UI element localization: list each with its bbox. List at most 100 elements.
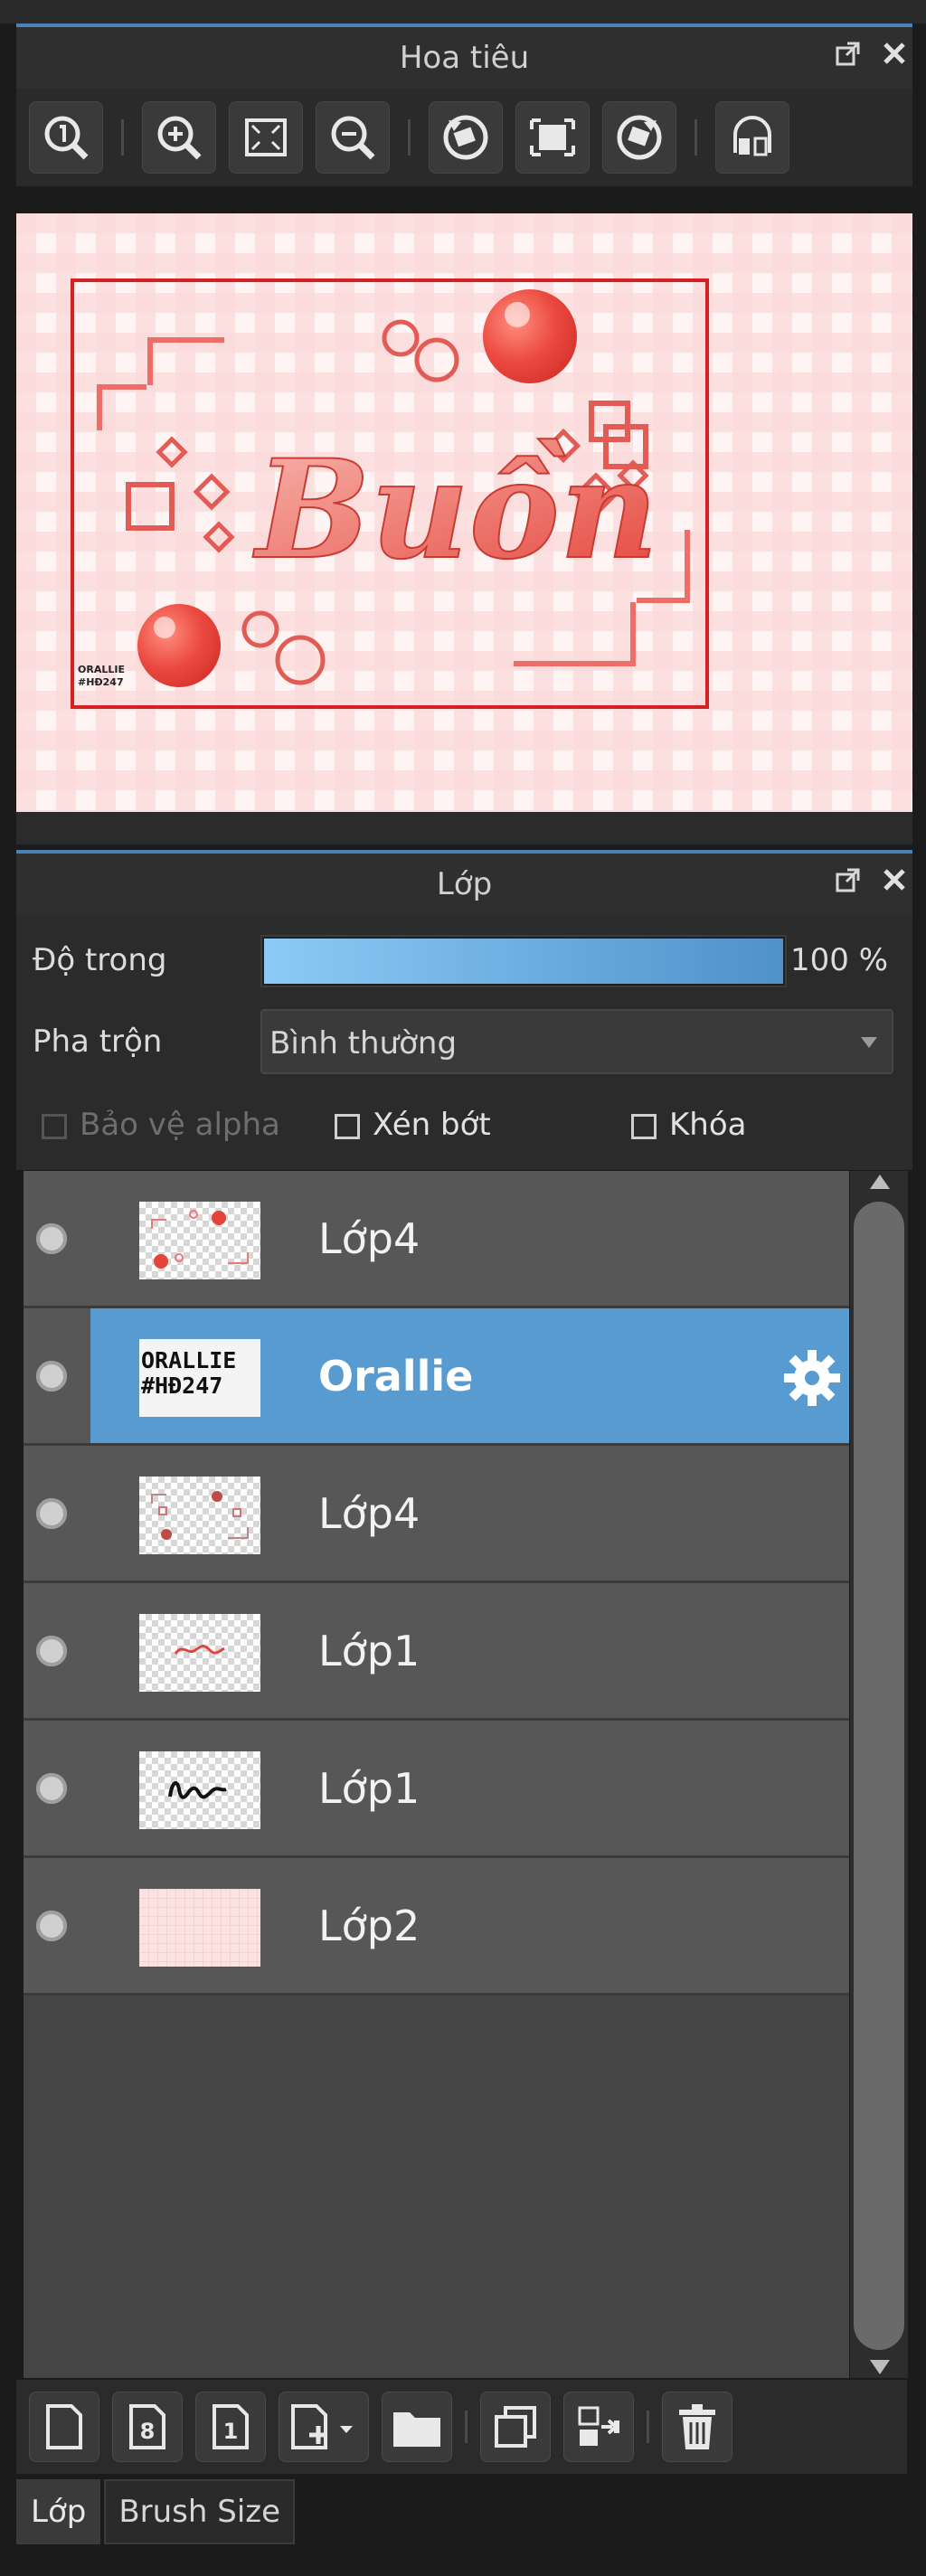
blend-mode-label: Pha trộn: [33, 1024, 163, 1060]
layer-name: Lớp4: [318, 1214, 420, 1263]
zoom-in-button[interactable]: [142, 101, 216, 174]
duplicate-layer-button[interactable]: [480, 2392, 551, 2462]
clip-label: Xén bớt: [373, 1107, 491, 1143]
layer-thumbnail: [139, 1477, 260, 1554]
protect-alpha-checkbox[interactable]: Bảo vệ alpha: [42, 1107, 280, 1143]
layers-controls: Độ trong 100 % Pha trộn Bình thường Bảo …: [16, 915, 912, 1170]
duplicate-layer-icon: [495, 2406, 536, 2448]
blend-mode-select[interactable]: Bình thường: [260, 1009, 893, 1074]
opacity-label: Độ trong: [33, 942, 167, 978]
layer-row[interactable]: Lớp4: [24, 1171, 849, 1308]
new-folder-button[interactable]: [382, 2392, 452, 2462]
preview-artwork-title: Buồn: [252, 430, 658, 590]
close-icon[interactable]: [882, 41, 907, 66]
tab-brush-size[interactable]: Brush Size: [104, 2479, 296, 2544]
zoom-in-icon: [157, 116, 202, 160]
opacity-slider-fill: [264, 939, 783, 984]
layer-thumbnail-text: ORALLIE #HĐ247: [141, 1347, 237, 1399]
layer-name: Orallie: [318, 1352, 474, 1401]
layer-name: Lớp1: [318, 1764, 420, 1813]
svg-text:8: 8: [140, 2419, 156, 2444]
layer-thumbnail: [139, 1751, 260, 1829]
opacity-slider[interactable]: [260, 935, 787, 987]
layers-title-bar: Lớp: [16, 850, 912, 915]
flip-horizontal-button[interactable]: [715, 101, 789, 174]
layers-list: Lớp4 ORALLIE #HĐ247 Orallie Lớp4 Lớp1 Lớ…: [24, 1171, 849, 2378]
checkbox-box: [42, 1113, 67, 1139]
popout-icon[interactable]: [835, 40, 862, 67]
scrollbar-thumb[interactable]: [854, 1202, 904, 2350]
delete-layer-icon: [679, 2404, 715, 2449]
layer-name: Lớp1: [318, 1627, 420, 1675]
visibility-toggle[interactable]: [36, 1636, 67, 1666]
preview-bottom-strip: [16, 812, 912, 845]
layer-row[interactable]: Lớp1: [24, 1721, 849, 1858]
merge-down-button[interactable]: [563, 2392, 634, 2462]
visibility-toggle[interactable]: [36, 1361, 67, 1392]
navigator-toolbar: [16, 89, 912, 186]
visibility-toggle[interactable]: [36, 1223, 67, 1254]
reset-view-icon: [530, 118, 575, 156]
delete-layer-button[interactable]: [662, 2392, 732, 2462]
reset-view-button[interactable]: [515, 101, 590, 174]
new-1bit-layer-button[interactable]: 1: [195, 2392, 266, 2462]
lock-label: Khóa: [669, 1107, 747, 1143]
scroll-up-icon[interactable]: [870, 1175, 890, 1189]
zoom-out-button[interactable]: [316, 101, 390, 174]
lock-checkbox[interactable]: Khóa: [631, 1107, 746, 1143]
layer-row-selected[interactable]: ORALLIE #HĐ247 Orallie: [90, 1308, 849, 1446]
navigator-title: Hoa tiêu: [399, 40, 530, 76]
gear-icon[interactable]: [782, 1348, 842, 1411]
new-layer-icon: [46, 2404, 82, 2449]
tab-layers[interactable]: Lớp: [16, 2479, 101, 2544]
navigator-preview[interactable]: Buồn ORALLIE #HĐ247: [16, 213, 912, 812]
checkbox-box: [335, 1113, 360, 1139]
svg-text:ORALLIE: ORALLIE: [78, 664, 125, 675]
layer-row[interactable]: Lớp2: [24, 1858, 849, 1996]
flip-horizontal-icon: [733, 116, 771, 156]
toolbar-separator: [465, 2411, 468, 2443]
new-8bit-layer-icon: 8: [129, 2404, 165, 2449]
protect-alpha-label: Bảo vệ alpha: [80, 1107, 280, 1143]
clip-checkbox[interactable]: Xén bớt: [335, 1107, 491, 1143]
toolbar-separator: [694, 119, 697, 156]
visibility-toggle[interactable]: [36, 1498, 67, 1529]
new-1bit-layer-icon: 1: [213, 2404, 249, 2449]
visibility-toggle[interactable]: [36, 1773, 67, 1804]
scroll-down-icon[interactable]: [870, 2360, 890, 2374]
toolbar-separator: [121, 119, 124, 156]
opacity-value: 100 %: [790, 942, 889, 978]
add-layer-menu-icon: [291, 2404, 353, 2449]
visibility-toggle[interactable]: [36, 1911, 67, 1941]
zoom-100-icon: [44, 116, 89, 160]
svg-text:1: 1: [223, 2419, 239, 2444]
fit-screen-button[interactable]: [229, 101, 303, 174]
layer-row[interactable]: Lớp4: [24, 1446, 849, 1583]
rotate-right-button[interactable]: [602, 101, 676, 174]
checkbox-box: [631, 1113, 657, 1139]
layer-name: Lớp2: [318, 1901, 420, 1950]
layers-scrollbar[interactable]: [850, 1171, 908, 2378]
blend-mode-value: Bình thường: [269, 1025, 458, 1062]
zoom-out-icon: [331, 116, 375, 160]
layers-title: Lớp: [436, 866, 493, 902]
navigator-title-bar: Hoa tiêu: [16, 24, 912, 89]
close-icon[interactable]: [882, 867, 907, 892]
zoom-100-button[interactable]: [29, 101, 103, 174]
popout-icon[interactable]: [835, 866, 862, 893]
layer-name: Lớp4: [318, 1489, 420, 1538]
layer-thumbnail: [139, 1202, 260, 1279]
layer-row[interactable]: Lớp1: [24, 1583, 849, 1721]
new-layer-button[interactable]: [29, 2392, 99, 2462]
new-folder-icon: [393, 2412, 440, 2447]
add-layer-menu-button[interactable]: [279, 2392, 369, 2462]
svg-text:#HĐ247: #HĐ247: [78, 676, 124, 688]
rotate-left-button[interactable]: [429, 101, 503, 174]
layer-thumbnail: [139, 1889, 260, 1967]
fit-screen-icon: [245, 118, 287, 156]
layer-row-left-gutter: [24, 1308, 90, 1446]
chevron-down-icon: [861, 1034, 877, 1052]
new-8bit-layer-button[interactable]: 8: [112, 2392, 183, 2462]
merge-down-icon: [578, 2406, 619, 2446]
window-top-strip: [0, 0, 926, 24]
